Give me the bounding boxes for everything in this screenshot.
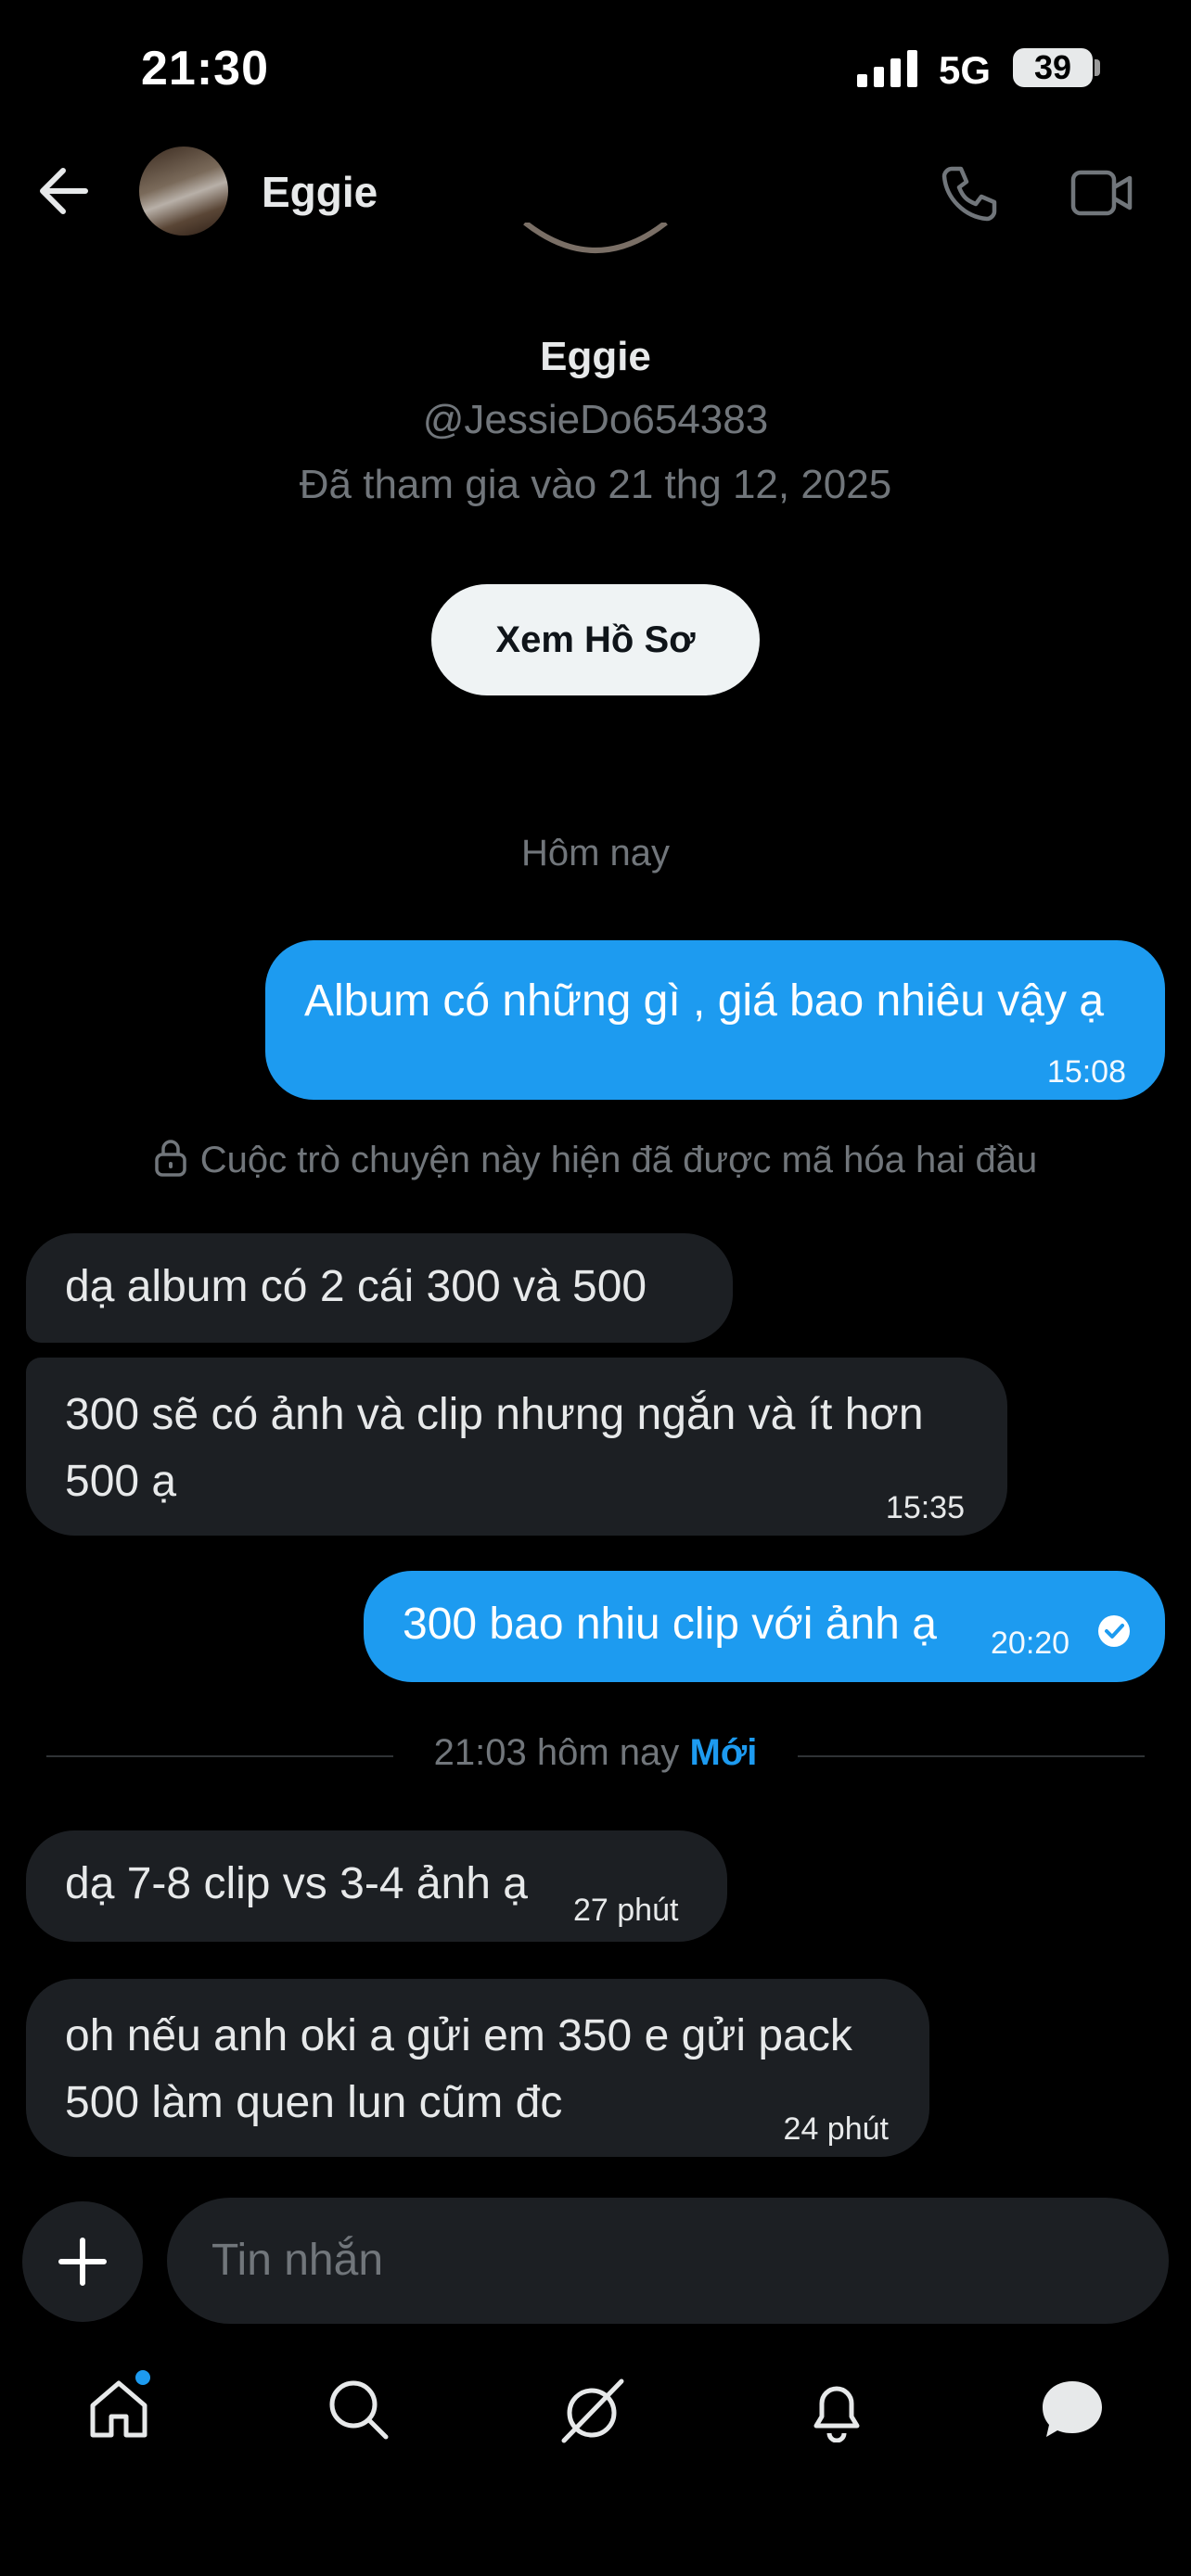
header-name[interactable]: Eggie <box>262 167 378 217</box>
message-bubble-incoming[interactable]: oh nếu anh oki a gửi em 350 e gửi pack 5… <box>26 1979 929 2157</box>
signal-icon <box>857 50 917 87</box>
message-text: dạ album có 2 cái 300 và 500 <box>65 1262 647 1311</box>
bell-icon[interactable] <box>803 2376 870 2442</box>
message-bubble-outgoing[interactable]: Album có những gì , giá bao nhiêu vậy ạ … <box>265 940 1165 1100</box>
message-bubble-incoming[interactable]: dạ 7-8 clip vs 3-4 ảnh ạ 27 phút <box>26 1830 727 1942</box>
network-label: 5G <box>939 48 992 92</box>
message-text: 300 bao nhiu clip với ảnh ạ <box>403 1600 937 1649</box>
read-receipt-icon <box>1098 1615 1130 1647</box>
message-time: 24 phút <box>783 2111 889 2147</box>
message-time: 15:35 <box>885 1490 965 1525</box>
profile-name: Eggie <box>540 334 651 379</box>
search-icon[interactable] <box>325 2376 391 2442</box>
profile-avatar-edge <box>523 223 668 253</box>
profile-handle: @JessieDo654383 <box>422 397 769 442</box>
encryption-notice: Cuộc trò chuyện này hiện đã được mã hóa … <box>0 1139 1191 1181</box>
home-icon[interactable] <box>85 2376 152 2442</box>
day-separator: Hôm nay <box>520 833 671 874</box>
add-attachment-button[interactable] <box>22 2201 143 2322</box>
messages-icon[interactable] <box>1039 2376 1106 2442</box>
grok-icon[interactable] <box>558 2376 629 2446</box>
status-time: 21:30 <box>141 42 269 96</box>
phone-icon[interactable] <box>939 163 998 223</box>
battery-level: 39 <box>1013 48 1093 87</box>
message-time: 20:20 <box>991 1626 1070 1661</box>
message-input[interactable]: Tin nhắn <box>167 2198 1169 2324</box>
back-arrow-icon[interactable] <box>37 165 93 217</box>
message-input-placeholder: Tin nhắn <box>211 2236 384 2285</box>
message-text: Album có những gì , giá bao nhiêu vậy ạ <box>304 976 1105 1026</box>
profile-joined-date: Đã tham gia vào 21 thg 12, 2025 <box>299 462 892 507</box>
message-time: 15:08 <box>1046 1054 1126 1090</box>
plus-icon <box>58 2238 107 2286</box>
message-text: oh nếu anh oki a gửi em 350 e gửi pack 5… <box>65 2011 852 2127</box>
video-call-icon[interactable] <box>1070 167 1133 219</box>
message-bubble-incoming[interactable]: dạ album có 2 cái 300 và 500 <box>26 1233 733 1343</box>
avatar[interactable] <box>139 147 228 236</box>
view-profile-button[interactable]: Xem Hồ Sơ <box>431 584 760 695</box>
new-label: Mới <box>689 1732 758 1773</box>
new-messages-divider: 21:03 hôm nay Mới <box>0 1732 1191 1774</box>
divider-time: 21:03 hôm nay <box>433 1732 680 1773</box>
message-text: dạ 7-8 clip vs 3-4 ảnh ạ <box>65 1859 528 1908</box>
message-text: 300 sẽ có ảnh và clip nhưng ngắn và ít h… <box>65 1390 924 1506</box>
home-notification-dot <box>135 2370 150 2385</box>
message-bubble-incoming[interactable]: 300 sẽ có ảnh và clip nhưng ngắn và ít h… <box>26 1358 1007 1536</box>
message-bubble-outgoing[interactable]: 300 bao nhiu clip với ảnh ạ 20:20 <box>364 1571 1165 1682</box>
battery-tip <box>1095 59 1100 76</box>
message-time: 27 phút <box>573 1893 679 1928</box>
encryption-text: Cuộc trò chuyện này hiện đã được mã hóa … <box>199 1140 1038 1180</box>
lock-icon <box>155 1140 186 1177</box>
